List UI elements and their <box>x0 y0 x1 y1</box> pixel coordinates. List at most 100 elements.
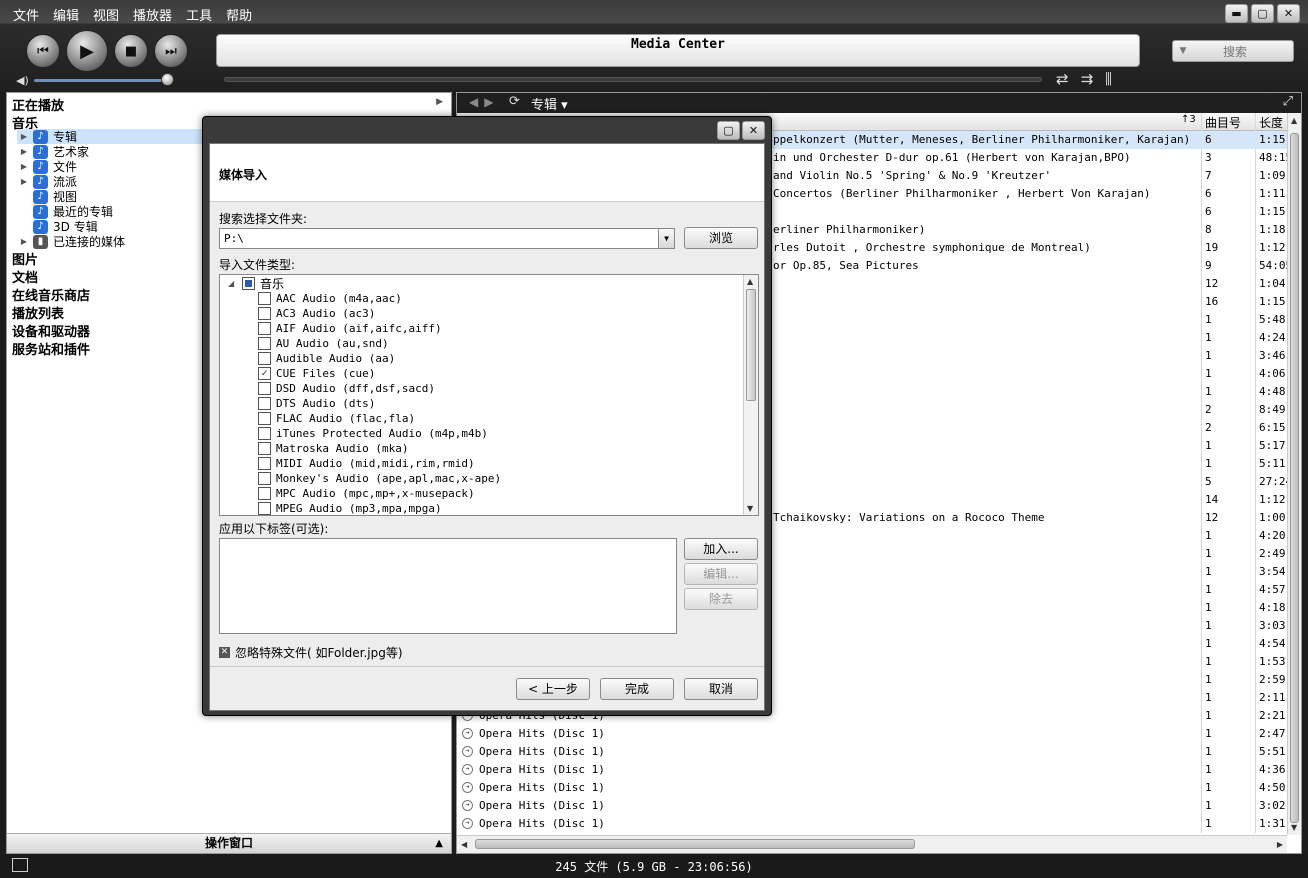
file-type-checkbox[interactable] <box>258 322 271 335</box>
maximize-button[interactable]: ▢ <box>717 121 740 140</box>
file-type-item[interactable]: ✓ CUE Files (cue) <box>258 366 375 381</box>
play-button[interactable]: ▶ <box>66 30 108 72</box>
chevron-right-icon[interactable]: ▶ <box>436 97 443 107</box>
arrow-circle-icon[interactable]: ➜ <box>462 764 473 775</box>
stop-button[interactable]: ■ <box>114 34 148 68</box>
file-type-scrollbar[interactable]: ▲ ▼ <box>743 275 758 515</box>
file-type-checkbox[interactable]: ✓ <box>258 367 271 380</box>
file-type-item[interactable]: iTunes Protected Audio (m4p,m4b) <box>258 426 488 441</box>
close-button[interactable]: ✕ <box>742 121 765 140</box>
nav-section-4[interactable]: 设备和驱动器 <box>12 321 90 340</box>
finish-button[interactable]: 完成 <box>600 678 674 700</box>
vertical-scrollbar[interactable]: ▲ ▼ <box>1287 113 1301 835</box>
menu-item-3[interactable]: 播放器 <box>126 3 179 26</box>
nav-section-5[interactable]: 服务站和插件 <box>12 339 90 358</box>
search-input[interactable]: 搜索 <box>1193 43 1293 60</box>
scroll-up-icon[interactable]: ▲ <box>747 277 753 286</box>
file-type-item[interactable]: FLAC Audio (flac,fla) <box>258 411 415 426</box>
scroll-down-icon[interactable]: ▼ <box>1291 823 1297 832</box>
back-button[interactable]: < 上一步 <box>516 678 590 700</box>
file-type-checkbox[interactable] <box>258 412 271 425</box>
tree-expand-icon[interactable]: ▶ <box>17 147 31 156</box>
scroll-thumb[interactable] <box>475 839 915 849</box>
refresh-icon[interactable]: ⟳ <box>509 94 520 109</box>
table-row[interactable]: ➜ Opera Hits (Disc 1) 1 3:02 <box>457 797 1287 815</box>
browse-button[interactable]: 浏览 <box>684 227 758 249</box>
previous-track-button[interactable]: ⏮ <box>26 34 60 68</box>
file-type-item[interactable]: DTS Audio (dts) <box>258 396 375 411</box>
add-tag-button[interactable]: 加入... <box>684 538 758 560</box>
scroll-up-icon[interactable]: ▲ <box>1291 116 1297 125</box>
table-row[interactable]: ➜ Opera Hits (Disc 1) 1 4:36 <box>457 761 1287 779</box>
file-type-checkbox[interactable] <box>258 427 271 440</box>
table-row[interactable]: ➜ Opera Hits (Disc 1) 1 5:51 <box>457 743 1287 761</box>
file-type-root[interactable]: ◢ 音乐 <box>228 276 284 291</box>
minimize-button[interactable]: ▬ <box>1225 4 1248 23</box>
chevron-down-icon[interactable]: ▼ <box>658 229 674 248</box>
nav-now-playing[interactable]: 正在播放 <box>12 95 64 114</box>
action-window-bar[interactable]: 操作窗口 ▲ <box>7 833 451 853</box>
menu-item-1[interactable]: 编辑 <box>46 3 86 26</box>
file-type-checkbox[interactable] <box>258 337 271 350</box>
ignore-special-files-option[interactable]: ✕ 忽略特殊文件( 如Folder.jpg等) <box>219 644 403 661</box>
file-type-item[interactable]: DSD Audio (dff,dsf,sacd) <box>258 381 435 396</box>
next-track-button[interactable]: ⏭ <box>154 34 188 68</box>
back-forward-icon[interactable]: ◀▶ <box>469 95 499 109</box>
arrow-circle-icon[interactable]: ➜ <box>462 782 473 793</box>
breadcrumb[interactable]: 专辑 ▾ <box>531 94 568 113</box>
seek-bar[interactable] <box>224 77 1042 82</box>
menu-item-2[interactable]: 视图 <box>86 3 126 26</box>
arrow-circle-icon[interactable]: ➜ <box>462 746 473 757</box>
scroll-thumb[interactable] <box>1290 133 1299 823</box>
file-type-checkbox[interactable] <box>258 307 271 320</box>
file-type-checkbox[interactable] <box>258 397 271 410</box>
file-type-item[interactable]: AU Audio (au,snd) <box>258 336 389 351</box>
tree-collapse-icon[interactable]: ◢ <box>228 279 242 288</box>
sort-indicator[interactable]: ↑3 <box>1181 114 1196 125</box>
fullscreen-icon[interactable]: ⤢ <box>1283 94 1293 109</box>
nav-section-2[interactable]: 在线音乐商店 <box>12 285 90 304</box>
scroll-right-icon[interactable]: ▶ <box>1277 840 1283 849</box>
tree-expand-icon[interactable]: ▶ <box>17 237 31 246</box>
menu-item-5[interactable]: 帮助 <box>219 3 259 26</box>
maximize-button[interactable]: ▢ <box>1251 4 1274 23</box>
nav-section-3[interactable]: 播放列表 <box>12 303 64 322</box>
table-row[interactable]: ➜ Opera Hits (Disc 1) 1 2:47 <box>457 725 1287 743</box>
file-type-item[interactable]: Audible Audio (aa) <box>258 351 395 366</box>
file-type-item[interactable]: Monkey's Audio (ape,apl,mac,x-ape) <box>258 471 501 486</box>
search-dropdown-icon[interactable]: ▼ <box>1173 46 1193 56</box>
table-row[interactable]: ➜ Opera Hits (Disc 1) 1 1:31 <box>457 815 1287 833</box>
file-type-checkbox[interactable] <box>258 382 271 395</box>
speaker-icon[interactable]: ◀) <box>16 74 29 87</box>
tree-expand-icon[interactable]: ▶ <box>17 132 31 141</box>
file-type-item[interactable]: AC3 Audio (ac3) <box>258 306 375 321</box>
scroll-left-icon[interactable]: ◀ <box>461 840 467 849</box>
file-type-checkbox[interactable] <box>258 457 271 470</box>
shuffle-icon[interactable]: ⇉ <box>1081 70 1094 88</box>
file-type-checkbox[interactable] <box>258 352 271 365</box>
file-type-checkbox[interactable] <box>258 502 271 515</box>
file-type-checkbox[interactable] <box>258 442 271 455</box>
chevron-up-icon[interactable]: ▲ <box>435 834 443 853</box>
tree-expand-icon[interactable]: ▶ <box>17 162 31 171</box>
equalizer-icon[interactable]: ⫼ <box>1105 70 1112 88</box>
nav-section-1[interactable]: 文档 <box>12 267 38 286</box>
file-type-item[interactable]: MPEG Audio (mp3,mpa,mpga) <box>258 501 442 515</box>
menu-item-4[interactable]: 工具 <box>179 3 219 26</box>
search-box[interactable]: ▼ 搜索 <box>1172 40 1294 62</box>
horizontal-scrollbar[interactable]: ◀ ▶ <box>457 835 1287 853</box>
arrow-circle-icon[interactable]: ➜ <box>462 728 473 739</box>
root-checkbox[interactable] <box>242 277 255 290</box>
close-button[interactable]: ✕ <box>1277 4 1300 23</box>
volume-slider[interactable] <box>34 79 167 82</box>
volume-slider-knob[interactable] <box>161 73 174 86</box>
column-track-number[interactable]: 曲目号 <box>1205 114 1241 131</box>
arrow-circle-icon[interactable]: ➜ <box>462 818 473 829</box>
file-type-item[interactable]: MIDI Audio (mid,midi,rim,rmid) <box>258 456 475 471</box>
ignore-special-files-checkbox[interactable]: ✕ <box>219 647 230 658</box>
tree-expand-icon[interactable]: ▶ <box>17 177 31 186</box>
file-type-checkbox[interactable] <box>258 472 271 485</box>
folder-path-combobox[interactable]: P:\ ▼ <box>219 228 675 249</box>
nav-section-0[interactable]: 图片 <box>12 249 38 268</box>
file-type-item[interactable]: AAC Audio (m4a,aac) <box>258 291 402 306</box>
